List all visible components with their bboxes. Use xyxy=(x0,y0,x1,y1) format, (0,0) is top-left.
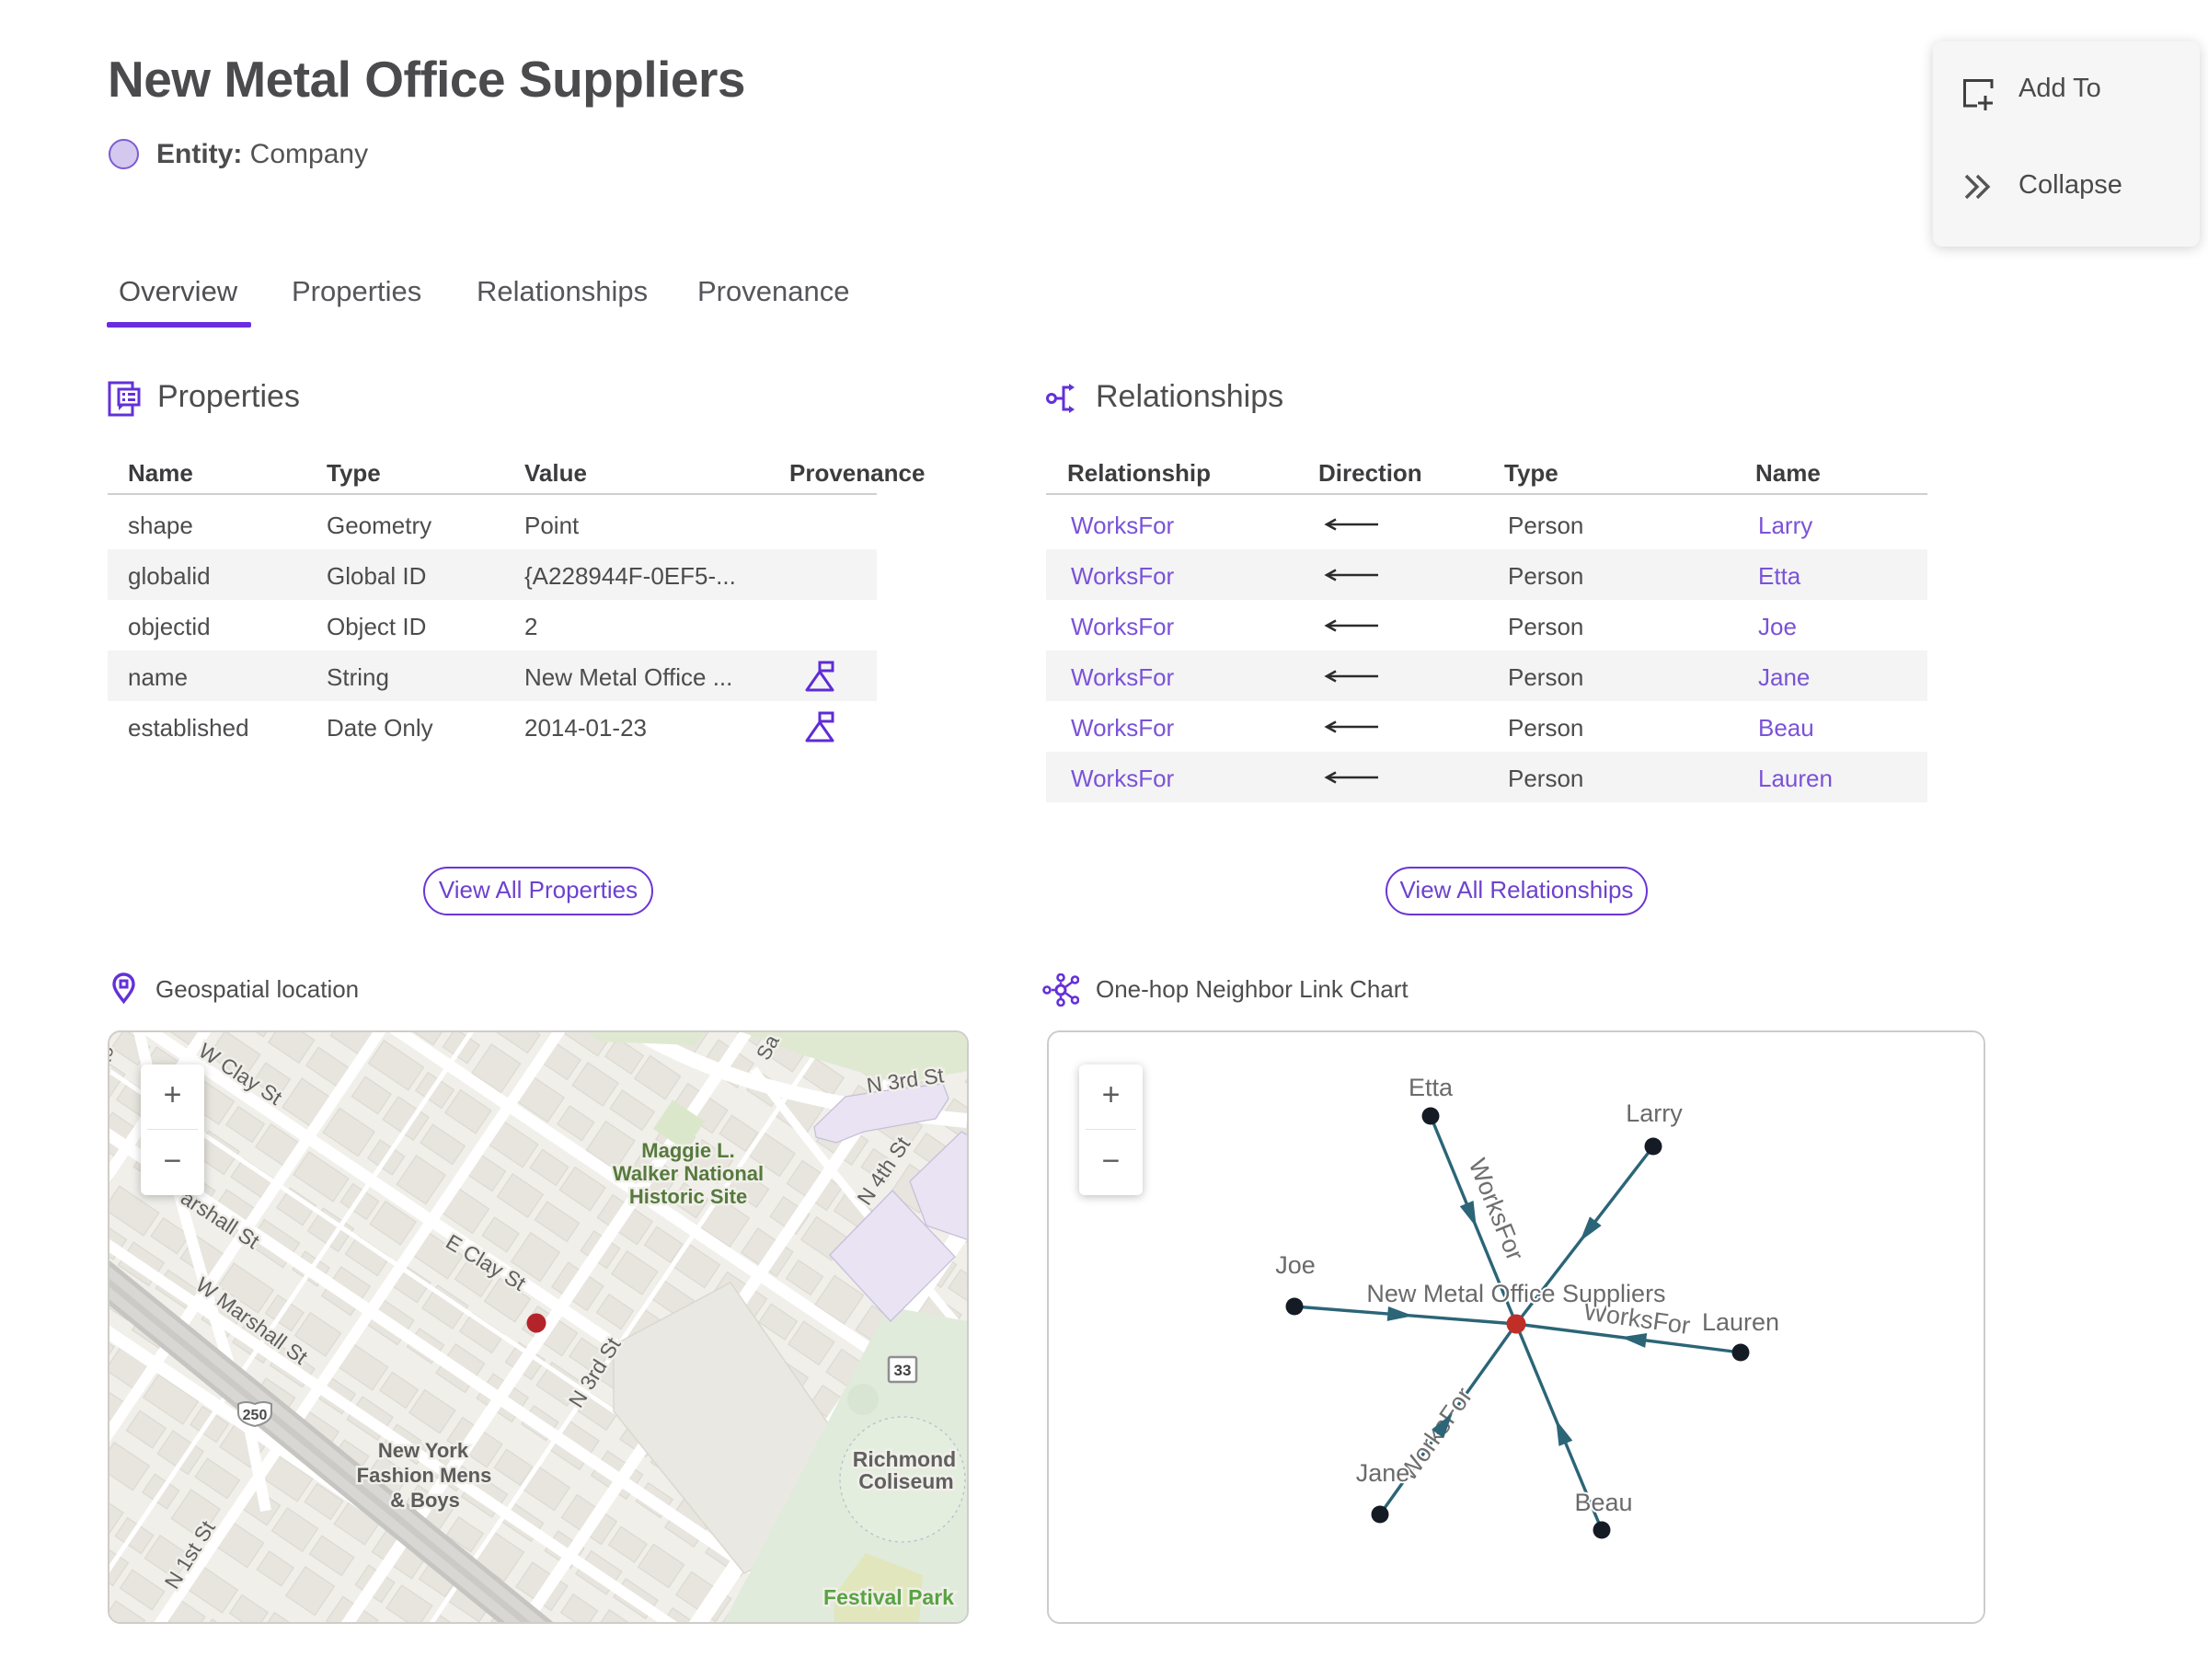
svg-text:Richmond: Richmond xyxy=(853,1447,956,1471)
svg-text:Jane: Jane xyxy=(1356,1459,1410,1487)
svg-text:Etta: Etta xyxy=(1409,1074,1454,1101)
svg-text:Maggie L.: Maggie L. xyxy=(641,1139,734,1162)
svg-text:New Metal Office Suppliers: New Metal Office Suppliers xyxy=(1366,1280,1665,1307)
svg-text:Larry: Larry xyxy=(1626,1099,1683,1127)
svg-text:New York: New York xyxy=(378,1439,469,1462)
svg-text:Festival Park: Festival Park xyxy=(823,1585,954,1609)
svg-text:Fashion Mens: Fashion Mens xyxy=(357,1464,492,1487)
svg-text:& Boys: & Boys xyxy=(390,1489,460,1512)
svg-text:Beau: Beau xyxy=(1574,1489,1632,1516)
svg-text:250: 250 xyxy=(243,1408,268,1423)
svg-text:Lauren: Lauren xyxy=(1702,1308,1779,1336)
svg-text:33: 33 xyxy=(894,1362,912,1379)
svg-text:Historic Site: Historic Site xyxy=(629,1185,747,1208)
svg-text:Coliseum: Coliseum xyxy=(858,1469,954,1493)
svg-text:Walker National: Walker National xyxy=(613,1162,764,1185)
svg-text:Joe: Joe xyxy=(1275,1251,1316,1279)
